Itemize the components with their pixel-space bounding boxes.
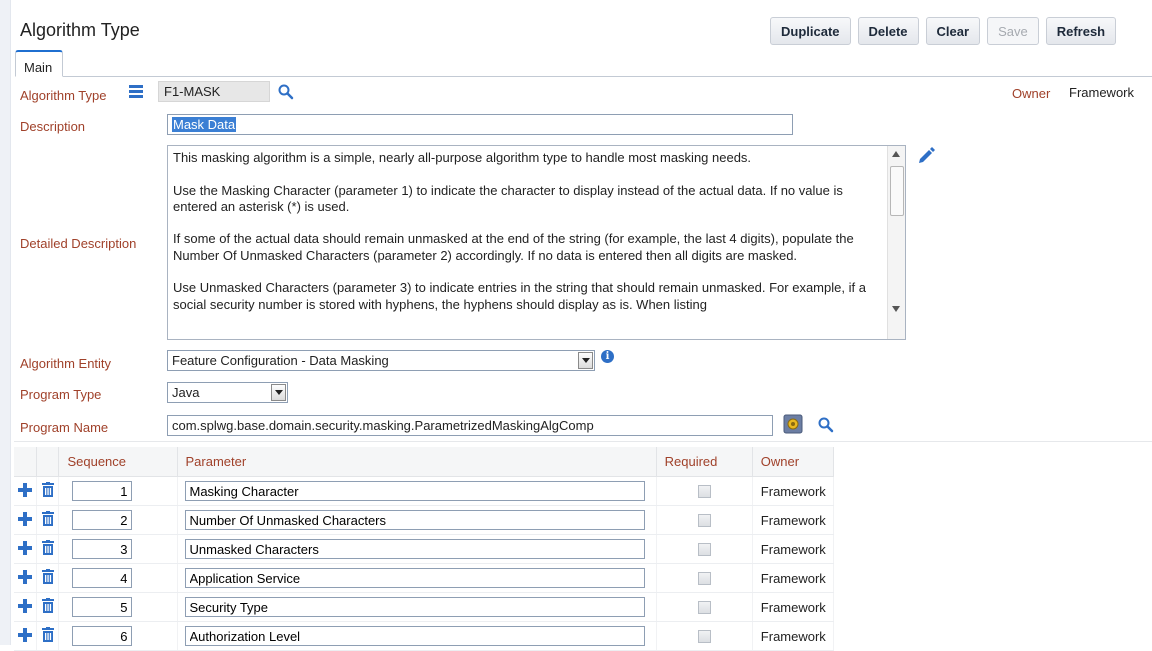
scroll-up-icon[interactable] <box>892 151 900 157</box>
table-row: Framework <box>14 505 835 535</box>
required-checkbox[interactable] <box>697 600 711 614</box>
description-paragraph: If some of the actual data should remain… <box>173 231 854 263</box>
sequence-input[interactable] <box>72 510 133 530</box>
required-checkbox[interactable] <box>697 571 711 585</box>
parameter-input[interactable] <box>184 568 645 588</box>
description-paragraph: This masking algorithm is a simple, near… <box>173 150 752 165</box>
owner-label: Owner <box>1012 86 1051 101</box>
required-checkbox[interactable] <box>697 513 711 527</box>
description-input[interactable]: Mask Data <box>167 114 793 135</box>
scroll-thumb[interactable] <box>890 166 904 216</box>
table-row: Framework <box>14 563 835 593</box>
owner-cell: Framework <box>752 563 835 593</box>
parameter-input[interactable] <box>184 626 645 646</box>
detailed-description-textarea[interactable]: This masking algorithm is a simple, near… <box>167 145 906 340</box>
delete-row-icon[interactable] <box>41 598 54 613</box>
table-row: Framework <box>14 621 835 651</box>
required-checkbox[interactable] <box>697 484 711 498</box>
owner-cell: Framework <box>752 621 835 651</box>
add-row-icon[interactable] <box>17 482 32 497</box>
program-type-label: Program Type <box>20 387 102 402</box>
algorithm-entity-select[interactable]: Feature Configuration - Data Masking <box>167 350 595 371</box>
sequence-input[interactable] <box>72 539 133 559</box>
table-row: Framework <box>14 534 835 564</box>
search-icon[interactable] <box>817 416 835 434</box>
description-paragraph: Use Unmasked Characters (parameter 3) to… <box>173 280 866 312</box>
add-row-icon[interactable] <box>17 627 32 642</box>
info-icon[interactable]: i <box>601 350 614 363</box>
program-name-input[interactable]: com.splwg.base.domain.security.masking.P… <box>167 415 773 436</box>
detailed-description-label: Detailed Description <box>20 236 137 251</box>
menu-icon[interactable] <box>129 84 143 98</box>
description-label: Description <box>20 119 86 134</box>
duplicate-button[interactable]: Duplicate <box>770 17 851 45</box>
parameter-input[interactable] <box>184 481 645 501</box>
parameters-grid: Sequence Parameter Required Owner Framew… <box>14 447 835 651</box>
delete-row-icon[interactable] <box>41 482 54 497</box>
parameter-column-header[interactable]: Parameter <box>177 447 657 477</box>
left-edge-bar <box>0 0 11 645</box>
owner-cell: Framework <box>752 534 835 564</box>
tab-main[interactable]: Main <box>15 50 63 77</box>
algorithm-entity-value: Feature Configuration - Data Masking <box>172 353 389 368</box>
owner-value: Framework <box>1069 85 1135 100</box>
delete-row-icon[interactable] <box>41 511 54 526</box>
save-button[interactable]: Save <box>987 17 1039 45</box>
add-row-icon[interactable] <box>17 569 32 584</box>
required-checkbox[interactable] <box>697 629 711 643</box>
program-name-label: Program Name <box>20 420 109 435</box>
algorithm-type-label: Algorithm Type <box>20 88 107 103</box>
scroll-down-icon[interactable] <box>892 306 900 312</box>
add-row-icon[interactable] <box>17 540 32 555</box>
edit-pencil-icon[interactable] <box>917 146 935 164</box>
table-row: Framework <box>14 476 835 506</box>
owner-cell: Framework <box>752 476 835 506</box>
chevron-down-icon[interactable] <box>578 352 593 369</box>
refresh-button[interactable]: Refresh <box>1045 17 1117 45</box>
delete-row-icon[interactable] <box>41 540 54 555</box>
owner-cell: Framework <box>752 592 835 622</box>
sequence-input[interactable] <box>72 626 133 646</box>
add-row-icon[interactable] <box>17 598 32 613</box>
program-source-icon[interactable] <box>783 414 803 434</box>
table-row: Framework <box>14 592 835 622</box>
delete-row-icon[interactable] <box>41 627 54 642</box>
owner-cell: Framework <box>752 505 835 535</box>
program-type-select[interactable]: Java <box>167 382 288 403</box>
chevron-down-icon[interactable] <box>271 384 286 401</box>
owner-column-header[interactable]: Owner <box>752 447 835 477</box>
sequence-input[interactable] <box>72 597 133 617</box>
tab-bar: Main <box>15 48 1152 77</box>
description-value: Mask Data <box>172 117 237 132</box>
delete-button[interactable]: Delete <box>857 17 919 45</box>
algorithm-type-field: F1-MASK <box>158 81 270 102</box>
required-checkbox[interactable] <box>697 542 711 556</box>
delete-row-icon[interactable] <box>41 569 54 584</box>
sequence-input[interactable] <box>72 568 133 588</box>
parameter-input[interactable] <box>184 510 645 530</box>
sequence-column-header[interactable]: Sequence <box>58 447 178 477</box>
add-row-icon[interactable] <box>17 511 32 526</box>
required-column-header[interactable]: Required <box>656 447 753 477</box>
sequence-input[interactable] <box>72 481 133 501</box>
parameter-input[interactable] <box>184 597 645 617</box>
algorithm-entity-label: Algorithm Entity <box>20 356 112 371</box>
program-type-value: Java <box>172 385 200 400</box>
page-title: Algorithm Type <box>20 20 140 40</box>
parameter-input[interactable] <box>184 539 645 559</box>
section-divider <box>14 441 1152 442</box>
action-toolbar: Duplicate Delete Clear Save Refresh <box>770 17 1117 45</box>
search-icon[interactable] <box>277 83 295 101</box>
clear-button[interactable]: Clear <box>925 17 981 45</box>
textarea-scrollbar[interactable] <box>887 146 905 339</box>
description-paragraph: Use the Masking Character (parameter 1) … <box>173 182 843 214</box>
